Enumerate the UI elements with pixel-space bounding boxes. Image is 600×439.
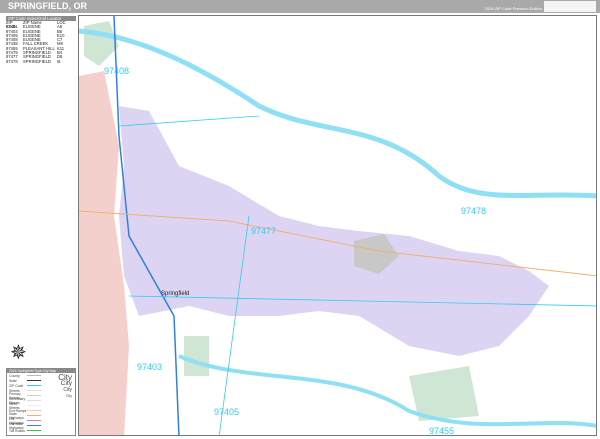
city-label-springfield: Springfield xyxy=(161,291,189,297)
legend-city-size: City xyxy=(65,394,72,398)
river xyxy=(178,354,596,428)
map-title: SPRINGFIELD, OR xyxy=(8,1,88,11)
springfield-area xyxy=(119,106,549,356)
zip-label-97455: 97455 xyxy=(429,426,454,436)
table-row: 97478 SPRINGFIELD I6 xyxy=(6,58,76,64)
publisher-logo xyxy=(544,1,596,12)
legend-item: Toll Roads xyxy=(7,428,75,433)
zip-label-97405: 97405 xyxy=(214,407,239,417)
table-cell: 97478 xyxy=(6,58,18,64)
zip-label-97478: 97478 xyxy=(461,206,486,216)
compass-rose-icon: ✵ xyxy=(10,342,27,364)
legend-label: County xyxy=(9,373,20,378)
park xyxy=(184,336,209,376)
legend-swatch xyxy=(27,385,41,386)
zip-label-97477: 97477 xyxy=(251,226,276,236)
table-cell: I6 xyxy=(57,58,61,64)
table-cell: SPRINGFIELD xyxy=(23,58,51,64)
legend-swatch xyxy=(27,415,41,416)
legend-swatch xyxy=(27,430,41,431)
legend-swatch xyxy=(27,420,41,421)
legend-label: State xyxy=(9,378,17,383)
legend-swatch xyxy=(27,380,41,381)
zip-label-97408: 97408 xyxy=(104,66,129,76)
legend-swatch xyxy=(27,425,41,426)
edition-label: 2026 ZIP Code Premium Edition xyxy=(484,6,542,11)
zip-label-97403: 97403 xyxy=(137,362,162,372)
map-canvas[interactable]: 97408 97477 97478 97403 97405 97455 Spri… xyxy=(78,15,597,436)
header-bar: SPRINGFIELD, OR 2026 ZIP Code Premium Ed… xyxy=(0,0,600,13)
zip-index-table: ZIP Code Index/Grid Locator ZIP Code ZIP… xyxy=(6,16,76,64)
legend-label: ZIP Code xyxy=(9,383,24,388)
legend-swatch xyxy=(27,400,41,401)
legend-label: Toll Roads xyxy=(9,428,25,433)
map-legend: 2026 Springfield Type City Map County Sta… xyxy=(6,368,76,436)
legend-swatch xyxy=(27,375,41,376)
legend-swatch xyxy=(27,390,41,391)
legend-swatch xyxy=(27,410,41,411)
legend-swatch xyxy=(27,405,41,406)
legend-swatch xyxy=(27,395,41,396)
